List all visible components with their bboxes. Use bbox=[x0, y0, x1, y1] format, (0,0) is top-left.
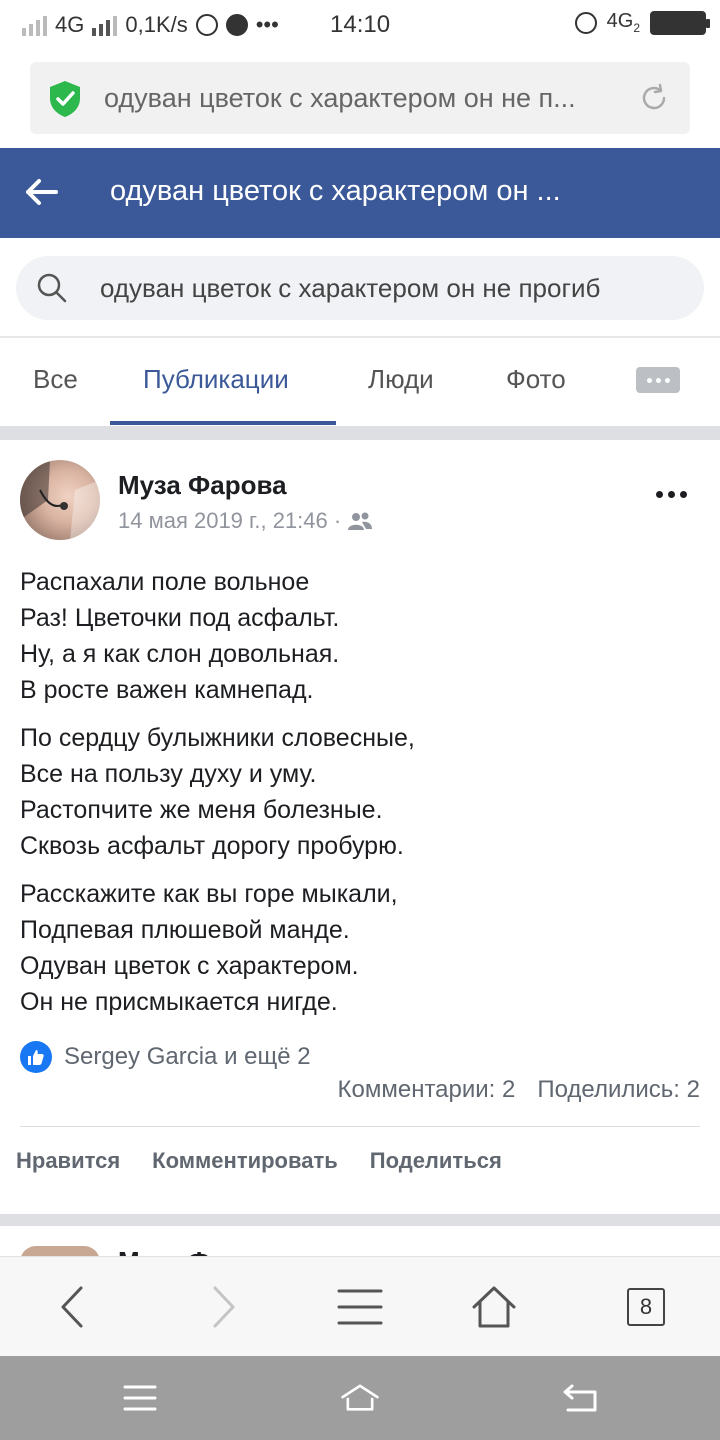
secure-shield-icon bbox=[50, 81, 80, 117]
telegram-icon bbox=[225, 14, 248, 36]
system-back-icon[interactable] bbox=[560, 1378, 600, 1418]
system-nav-bar bbox=[0, 1356, 720, 1440]
stanza: Расскажите как вы горе мыкали, Подпевая … bbox=[20, 876, 700, 1020]
page-title: одуван цветок с характером он ... bbox=[110, 175, 561, 207]
alarm-icon bbox=[574, 11, 597, 34]
network-speed: 0,1K/s bbox=[125, 12, 188, 37]
browser-forward-icon[interactable] bbox=[196, 1279, 252, 1335]
post-text: Распахали поле вольное Раз! Цветочки под… bbox=[20, 564, 700, 1032]
recent-apps-icon[interactable] bbox=[120, 1378, 160, 1418]
tab-people[interactable]: Люди bbox=[368, 364, 434, 395]
poem-line: Раз! Цветочки под асфальт. bbox=[20, 604, 340, 632]
active-tab-indicator bbox=[110, 421, 336, 425]
reactions-summary[interactable]: Sergey Garcia и ещё 2 bbox=[20, 1041, 311, 1073]
next-post-author[interactable]: Муза Фарова поделилась bbox=[118, 1240, 450, 1256]
browser-back-icon[interactable] bbox=[44, 1279, 100, 1335]
poem-line: Подпевая плюшевой манде. bbox=[20, 916, 350, 944]
signal-icon-2 bbox=[92, 14, 118, 36]
url-text[interactable]: одуван цветок с характером он не п... bbox=[104, 83, 634, 114]
post-options-icon[interactable] bbox=[656, 491, 687, 498]
section-separator bbox=[0, 1214, 720, 1226]
signal-icon bbox=[22, 14, 47, 36]
tab-all[interactable]: Все bbox=[33, 364, 78, 395]
search-field[interactable]: одуван цветок с характером он не прогиб bbox=[16, 256, 704, 320]
comments-count[interactable]: Комментарии: 2 bbox=[338, 1076, 516, 1104]
back-arrow-icon[interactable] bbox=[22, 172, 62, 212]
poem-line: Одуван цветок с характером. bbox=[20, 952, 359, 980]
whatsapp-icon bbox=[195, 14, 218, 36]
poem-line: Все на пользу духу и уму. bbox=[20, 760, 317, 788]
post-author[interactable]: Муза Фарова bbox=[118, 470, 287, 501]
avatar[interactable] bbox=[20, 460, 100, 540]
share-button[interactable]: Поделиться bbox=[370, 1148, 502, 1174]
avatar-image bbox=[20, 460, 100, 540]
post-date[interactable]: 14 мая 2019 г., 21:46 · bbox=[118, 508, 341, 534]
like-button[interactable]: Нравится bbox=[16, 1148, 120, 1174]
status-bar: 4G 0,1K/s ••• 14:10 4G2 bbox=[0, 0, 720, 50]
poem-line: По сердцу булыжники словесные, bbox=[20, 724, 415, 752]
system-home-icon[interactable] bbox=[340, 1378, 380, 1418]
browser-menu-icon[interactable] bbox=[332, 1279, 388, 1335]
clock: 14:10 bbox=[330, 11, 391, 38]
app-header: одуван цветок с характером он ... bbox=[0, 148, 720, 238]
friends-audience-icon bbox=[348, 512, 373, 530]
comment-button[interactable]: Комментировать bbox=[152, 1148, 338, 1174]
poem-line: Растопчите же меня болезные. bbox=[20, 796, 383, 824]
network-type-right: 4G2 bbox=[606, 10, 640, 35]
filter-tabs: Все Публикации Люди Фото bbox=[0, 338, 720, 426]
poem-line: Сквозь асфальт дорогу пробурю. bbox=[20, 832, 404, 860]
engagement-counts: Комментарии: 2 Поделились: 2 bbox=[338, 1076, 700, 1104]
tab-posts[interactable]: Публикации bbox=[143, 364, 289, 395]
divider bbox=[20, 1126, 700, 1127]
search-input[interactable]: одуван цветок с характером он не прогиб bbox=[100, 273, 600, 304]
section-separator bbox=[0, 426, 720, 440]
more-notifications-icon: ••• bbox=[255, 12, 279, 37]
tab-photos[interactable]: Фото bbox=[506, 364, 566, 395]
battery-icon bbox=[650, 10, 710, 35]
reload-icon[interactable] bbox=[638, 82, 670, 114]
browser-tabs-button[interactable]: 8 bbox=[618, 1279, 674, 1335]
stanza: Распахали поле вольное Раз! Цветочки под… bbox=[20, 564, 700, 708]
address-bar[interactable]: одуван цветок с характером он не п... bbox=[30, 62, 690, 134]
post-meta: 14 мая 2019 г., 21:46 · bbox=[118, 508, 373, 534]
poem-line: В росте важен камнепад. bbox=[20, 676, 314, 704]
post-actions: Нравится Комментировать Поделиться bbox=[16, 1148, 502, 1174]
shares-count[interactable]: Поделились: 2 bbox=[537, 1076, 700, 1104]
poem-line: Распахали поле вольное bbox=[20, 568, 310, 596]
stanza: По сердцу булыжники словесные, Все на по… bbox=[20, 720, 700, 864]
likes-text[interactable]: Sergey Garcia и ещё 2 bbox=[64, 1043, 311, 1071]
browser-home-icon[interactable] bbox=[466, 1279, 522, 1335]
network-type: 4G bbox=[55, 12, 85, 37]
poem-line: Он не присмыкается нигде. bbox=[20, 988, 338, 1016]
poem-line: Ну, а я как слон довольная. bbox=[20, 640, 340, 668]
poem-line: Расскажите как вы горе мыкали, bbox=[20, 880, 398, 908]
tab-count: 8 bbox=[627, 1288, 665, 1326]
browser-toolbar: 8 bbox=[0, 1256, 720, 1356]
tab-more-icon[interactable] bbox=[636, 367, 680, 393]
search-icon bbox=[37, 273, 67, 303]
like-reaction-icon bbox=[20, 1041, 52, 1073]
